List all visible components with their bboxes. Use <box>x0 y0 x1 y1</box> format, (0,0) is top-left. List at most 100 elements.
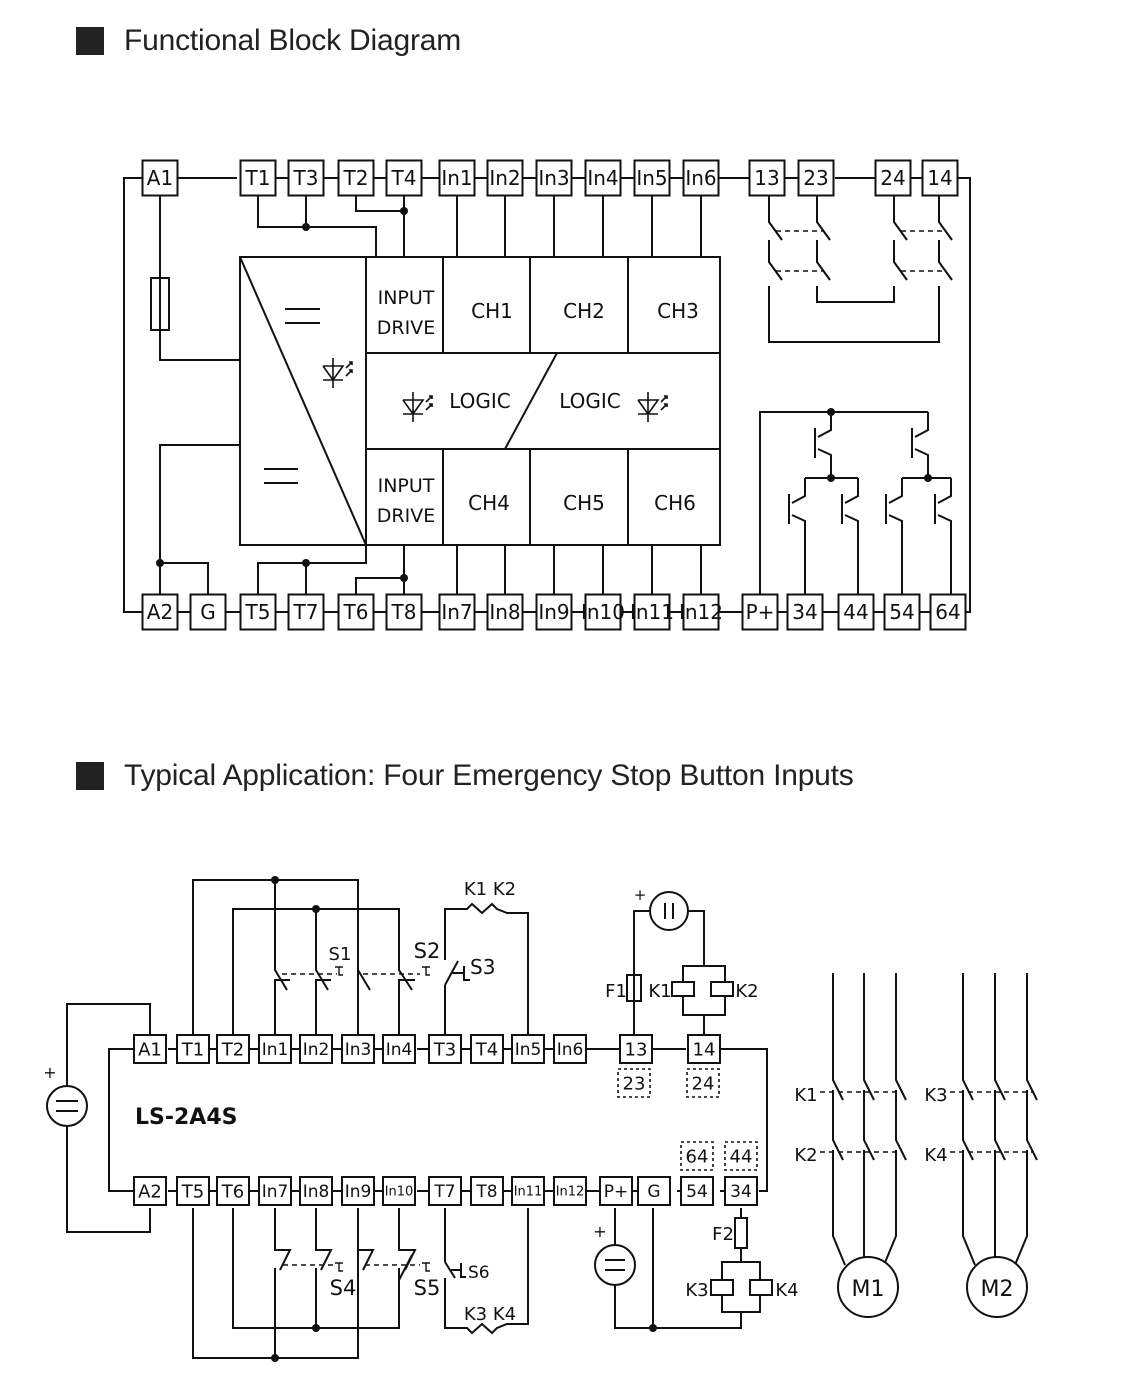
terminal: In3 <box>341 1034 375 1064</box>
junction-dot <box>156 559 164 567</box>
switch-label-s4: S4 <box>330 1276 357 1300</box>
terminal-label: 54 <box>889 600 914 624</box>
terminal: 14 <box>921 159 959 197</box>
terminal: In5 <box>633 159 671 197</box>
contacts-label-k3k4: K3 K4 <box>464 1304 516 1325</box>
terminal-label: In7 <box>262 1182 289 1202</box>
terminal-label: T1 <box>181 1039 204 1060</box>
wire <box>456 196 702 257</box>
input-drive-label: DRIVE <box>377 505 435 527</box>
plus-sign: + <box>43 1063 56 1082</box>
terminal-label: T6 <box>343 600 369 624</box>
terminal-label: 13 <box>625 1039 648 1060</box>
app-bottom-terminal-strip: A2 T5 T6 In7 In8 In9 In10 T7 T8 In11 In12 P+ G 54 34 <box>133 1176 758 1206</box>
terminal-label: T7 <box>293 600 319 624</box>
terminal: P+ <box>741 593 779 631</box>
mechanical-link <box>776 230 946 272</box>
input-drive-label: INPUT <box>378 287 435 309</box>
terminal-label: In5 <box>515 1040 542 1060</box>
coil-k2-icon <box>710 981 734 997</box>
channel-label: CH2 <box>563 299 605 323</box>
bottom-terminal-strip: A2 G T5 T7 T6 T8 In7 In8 In9 In10 In11 In12 P+ 34 44 54… <box>141 593 967 631</box>
terminal: 14 <box>687 1034 721 1064</box>
terminal: In1 <box>258 1034 292 1064</box>
plus-sign: + <box>634 886 647 904</box>
terminal: In7 <box>438 593 476 631</box>
terminal: 13 <box>748 159 786 197</box>
motor-circuit-m1: M1 K1 K2 <box>794 973 907 1318</box>
channel-label: CH5 <box>563 491 605 515</box>
terminal-label: T2 <box>343 166 369 190</box>
terminal: 64 <box>929 593 967 631</box>
terminal: T1 <box>176 1034 210 1064</box>
device-model-label: LS-2A4S <box>135 1105 237 1130</box>
terminal-label: T7 <box>433 1182 455 1202</box>
channel-label: CH1 <box>471 299 513 323</box>
contact-label-k4: K4 <box>924 1145 947 1166</box>
terminal-label: In2 <box>489 166 520 190</box>
terminal: In6 <box>682 159 720 197</box>
terminal-label: In1 <box>441 166 472 190</box>
switch-label-s5: S5 <box>414 1276 441 1300</box>
fuse-label-f1: F1 <box>605 981 627 1002</box>
wire <box>355 545 405 594</box>
terminal: T4 <box>470 1034 504 1064</box>
input-drive-label: INPUT <box>378 475 435 497</box>
switch-label-s2: S2 <box>414 939 441 963</box>
terminal-label: G <box>200 600 216 624</box>
terminal-label: In11 <box>630 600 674 624</box>
terminal-label: In5 <box>636 166 667 190</box>
switch-label-s1: S1 <box>329 944 352 965</box>
motor-label-m2: M2 <box>981 1277 1014 1302</box>
terminal: T2 <box>216 1034 250 1064</box>
terminal-label: T3 <box>293 166 319 190</box>
terminal: In4 <box>584 159 622 197</box>
terminal: In1 <box>438 159 476 197</box>
terminal: In8 <box>299 1176 333 1206</box>
terminal: T5 <box>176 1176 210 1206</box>
wire <box>257 545 367 594</box>
dc-source-icon <box>649 891 689 931</box>
junction-dot <box>302 559 310 567</box>
terminal-label: 24 <box>692 1073 715 1094</box>
terminal: In11 <box>630 593 674 631</box>
terminal: G <box>189 593 227 631</box>
junction-dot <box>400 574 408 582</box>
contact-label-k2: K2 <box>794 1145 817 1166</box>
motor-label-m1: M1 <box>852 1277 885 1302</box>
contact-label-k3: K3 <box>924 1085 947 1106</box>
coil-label-k4: K4 <box>775 1280 798 1301</box>
logic-label: LOGIC <box>449 389 511 413</box>
terminal-label: 23 <box>623 1073 646 1094</box>
terminal-label: In7 <box>441 600 472 624</box>
terminal-label: In3 <box>345 1040 372 1060</box>
plus-sign: + <box>593 1222 606 1241</box>
terminal-label: In11 <box>514 1185 543 1200</box>
terminal: T7 <box>428 1176 462 1206</box>
coil-k4-icon <box>749 1279 773 1296</box>
terminal: T2 <box>337 159 375 197</box>
channel-label: CH6 <box>654 491 696 515</box>
terminal: A2 <box>133 1176 167 1206</box>
logic-label: LOGIC <box>559 389 621 413</box>
terminal: T4 <box>385 159 423 197</box>
terminal: 64 <box>680 1141 714 1171</box>
terminal: 23 <box>797 159 835 197</box>
terminal-label: 13 <box>754 166 779 190</box>
terminal: In10 <box>581 593 625 631</box>
terminal-label: A1 <box>138 1039 162 1060</box>
transistor-outputs <box>759 408 952 613</box>
terminal: P+ <box>599 1176 633 1206</box>
terminal: A1 <box>133 1034 167 1064</box>
terminal: G <box>637 1176 671 1206</box>
terminal-label: T6 <box>221 1181 244 1202</box>
terminal: In2 <box>299 1034 333 1064</box>
switch-label-s3: S3 <box>470 955 495 979</box>
schematic-canvas: INPUT DRIVE INPUT DRIVE CH1 CH2 CH3 CH4 … <box>43 159 1038 1362</box>
terminal-label: T4 <box>391 166 417 190</box>
terminal-label: T5 <box>181 1181 204 1202</box>
terminal: T8 <box>385 593 423 631</box>
terminal-label: In1 <box>262 1040 289 1060</box>
terminal-label: In12 <box>556 1185 585 1200</box>
app-alt-terminals: 23 24 64 44 <box>617 1068 758 1171</box>
